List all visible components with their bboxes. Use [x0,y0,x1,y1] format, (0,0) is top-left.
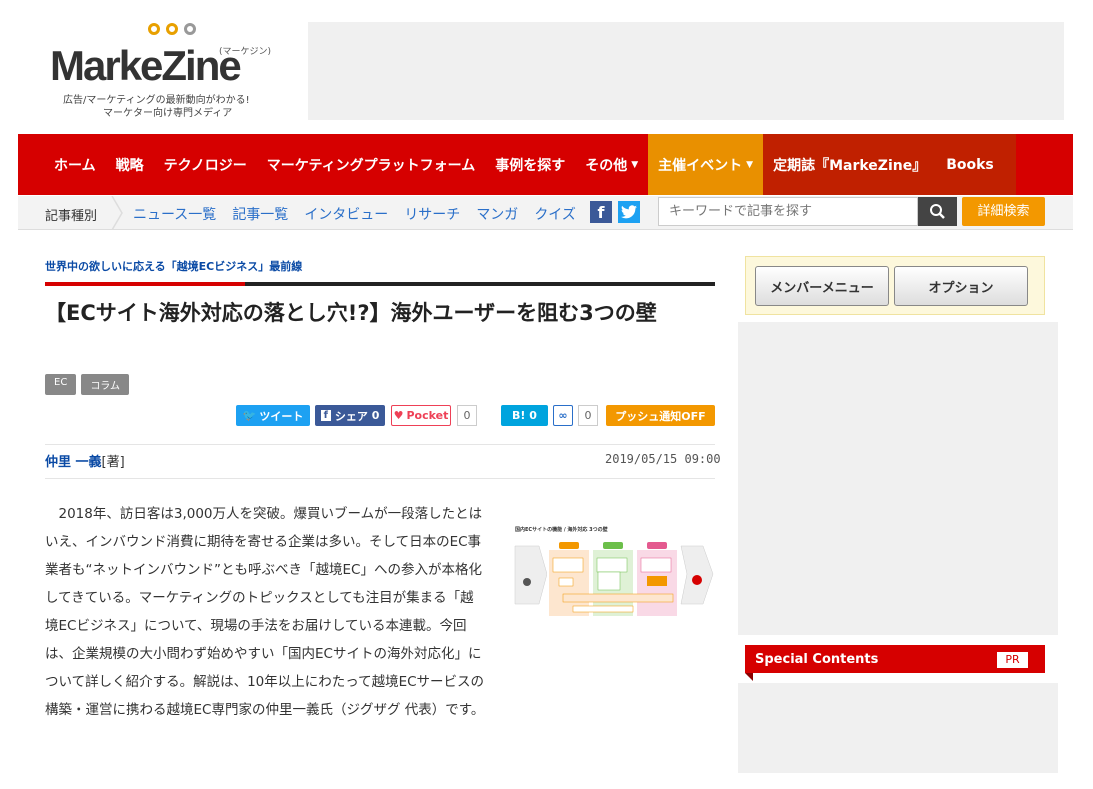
article-figure[interactable]: 国内ECサイトの機能 / 海外対応 3つの壁 [513,522,715,617]
facebook-icon[interactable]: f [590,201,612,223]
tag-column[interactable]: コラム [81,374,130,395]
caret-down-icon: ▼ [746,159,754,170]
publish-date: 2019/05/15 09:00 [605,452,721,466]
author-line: 仲里 一義[著] [45,451,125,470]
push-notification-button[interactable]: プッシュ通知OFF [606,405,715,426]
feedly-icon: ∞ [558,409,568,422]
feedly-button[interactable]: ∞ [553,405,573,426]
link-quiz[interactable]: クイズ [534,204,576,224]
chevron-right-icon [111,196,123,230]
header-fold-decoration [745,673,753,681]
logo-dots-icon [148,23,196,35]
nav-others-label: その他 [585,157,628,174]
nav-events-label: 主催イベント [658,157,743,174]
sidebar-ad[interactable] [738,322,1058,635]
pr-badge: PR [997,652,1028,668]
twitter-icon[interactable] [618,201,640,223]
article-title: 【ECサイト海外対応の落とし穴!?】海外ユーザーを阻む3つの壁 [45,301,657,325]
nav-events[interactable]: 主催イベント ▼ [648,134,764,195]
series-link[interactable]: 世界中の欲しいに応える「越境ECビジネス」最前線 [45,258,302,274]
article-type-links: ニュース一覧 記事一覧 インタビュー リサーチ マンガ クイズ [133,204,576,224]
link-research[interactable]: リサーチ [404,204,460,224]
article-type-label: 記事種別 [45,209,98,224]
article-lead: 2018年、訪日客は3,000万人を突破。爆買いブームが一段落したとはいえ、イン… [45,506,485,718]
nav-technology[interactable]: テクノロジー [154,134,257,195]
logo-kana: (マーケジン) [219,47,272,57]
search-icon [930,204,945,219]
author-name[interactable]: 仲里 一義 [45,455,102,470]
nav-magazine[interactable]: 定期誌『MarkeZine』 [763,134,937,195]
search-button[interactable] [918,197,957,226]
link-manga[interactable]: マンガ [476,204,518,224]
share-label: シェア [334,409,368,423]
advanced-search-button[interactable]: 詳細検索 [962,197,1045,226]
nav-others[interactable]: その他 ▼ [575,134,648,195]
tag-ec[interactable]: EC [45,374,77,395]
special-contents-title: Special Contents [755,652,879,667]
hatena-count: 0 [529,409,537,422]
tweet-label: ツイート [259,409,304,423]
caret-down-icon: ▼ [631,159,639,170]
link-news-list[interactable]: ニュース一覧 [133,204,216,224]
divider [45,444,715,445]
main-nav: ホーム 戦略 テクノロジー マーケティングプラットフォーム 事例を探す その他 ▼… [18,134,1073,195]
pocket-icon: ♥ [393,409,404,422]
link-article-list[interactable]: 記事一覧 [232,204,288,224]
figure-title: 国内ECサイトの機能 / 海外対応 3つの壁 [515,526,608,533]
divider [45,478,715,479]
special-contents-ad[interactable] [738,683,1058,773]
link-interview[interactable]: インタビュー [304,204,388,224]
nav-marketing-platform[interactable]: マーケティングプラットフォーム [257,134,485,195]
pocket-count: 0 [457,405,477,426]
title-rule-accent [45,282,245,286]
author-role: [著] [101,455,125,470]
facebook-share-button[interactable]: f シェア 0 [315,405,385,426]
tweet-button[interactable]: 🐦 ツイート [236,405,310,426]
feedly-count: 0 [578,405,598,426]
top-ad-banner[interactable] [308,22,1064,120]
facebook-icon: f [320,410,331,421]
pocket-label: Pocket [406,409,449,422]
keyword-search-input[interactable] [658,197,918,226]
nav-strategy[interactable]: 戦略 [106,134,154,195]
logo-wordmark: MarkeZine [50,42,242,89]
options-button[interactable]: オプション [894,266,1028,306]
markezine-logo[interactable]: MarkeZine (マーケジン) 広告/マーケティングの最新動向がわかる! マ… [45,20,285,120]
nav-home[interactable]: ホーム [18,134,106,195]
pocket-button[interactable]: ♥ Pocket [391,405,451,426]
nav-case-studies[interactable]: 事例を探す [485,134,575,195]
hatena-bookmark-button[interactable]: B! 0 [501,405,548,426]
twitter-icon: 🐦 [242,409,257,422]
member-menu-button[interactable]: メンバーメニュー [755,266,889,306]
hatena-label: B! [512,409,526,422]
share-count: 0 [371,409,380,422]
logo-tagline-sub: マーケター向け専門メディア [103,108,233,119]
nav-books[interactable]: Books [936,134,1016,195]
article-tags: EC コラム [45,374,130,395]
